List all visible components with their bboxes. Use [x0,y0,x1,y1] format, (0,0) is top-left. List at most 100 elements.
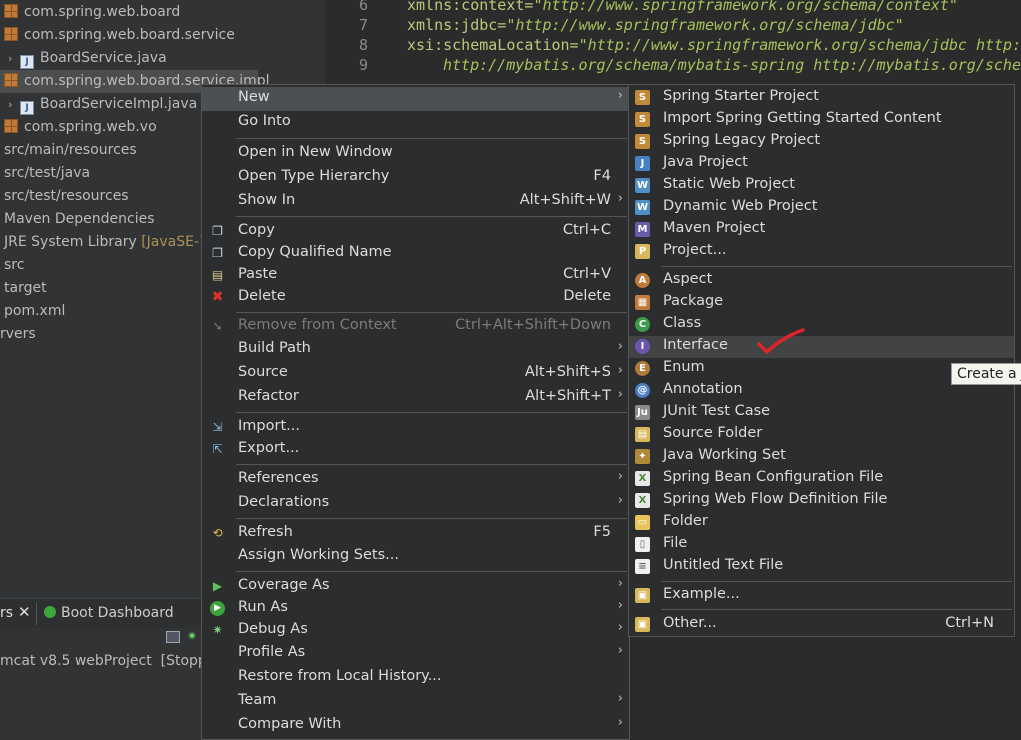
code-editor[interactable]: 6 xmlns:context="http://www.springframew… [328,0,1021,85]
import-icon: ⇲ [212,420,223,434]
project-icon: P [635,244,650,259]
tree-item-package[interactable]: com.spring.web.vo [4,116,157,139]
line-number: 8 [358,36,368,54]
web-flow-file-icon: X [635,493,650,508]
submenu-item-untitled-text-file[interactable]: ≡ Untitled Text File [629,556,1014,578]
copy-qualified-icon: ❐ [212,246,223,260]
submenu-item-dynamic-web-project[interactable]: W Dynamic Web Project [629,197,1014,219]
menu-item-build-path[interactable]: Build Path › [202,338,629,362]
menu-item-go-into[interactable]: Go Into [202,111,629,135]
chevron-right-icon[interactable]: › [8,93,20,116]
package-icon [4,73,18,87]
menu-item-coverage-as[interactable]: ▶ Coverage As › [202,575,629,599]
submenu-item-spring-web-flow[interactable]: X Spring Web Flow Definition File [629,490,1014,512]
submenu-item-java-working-set[interactable]: ✦ Java Working Set [629,446,1014,468]
working-set-icon: ✦ [635,449,650,464]
java-file-icon: J [20,101,34,115]
delete-icon: ✖ [211,289,224,305]
submenu-item-package[interactable]: ▦ Package [629,292,1014,314]
menu-separator [236,412,627,413]
tree-item-folder[interactable]: src [4,254,24,277]
submenu-item-static-web-project[interactable]: W Static Web Project [629,175,1014,197]
submenu-item-aspect[interactable]: A Aspect [629,270,1014,292]
example-icon: ▣ [635,588,650,603]
submenu-item-interface[interactable]: I Interface [629,336,1014,358]
submenu-item-folder[interactable]: ▭ Folder [629,512,1014,534]
tree-item-folder[interactable]: src/test/java [4,162,90,185]
menu-item-export[interactable]: ⇱ Export... [202,438,629,462]
menu-item-delete[interactable]: ✖ Delete Delete [202,286,629,310]
menu-separator [236,138,627,139]
enum-icon: E [635,361,650,376]
menu-item-refresh[interactable]: ⟲ Refresh F5 [202,522,629,546]
menu-item-assign-working-sets[interactable]: Assign Working Sets... [202,545,629,569]
menu-item-team[interactable]: Team › [202,690,629,714]
tree-item-java-file[interactable]: › J BoardServiceImpl.java [8,93,197,116]
submenu-item-spring-bean-config[interactable]: X Spring Bean Configuration File [629,468,1014,490]
tree-item-package[interactable]: com.spring.web.board [4,1,180,24]
code-line: xsi:schemaLocation="http://www.springfra… [407,36,1021,54]
web-project-icon: W [635,178,650,193]
menu-item-refactor[interactable]: Refactor Alt+Shift+T › [202,386,629,410]
submenu-item-other[interactable]: ▣ Other... Ctrl+N [629,614,1014,636]
spring-legacy-icon: S [635,134,650,149]
tree-item-servers[interactable]: rvers [0,323,36,346]
menu-item-restore-local-history[interactable]: Restore from Local History... [202,666,629,690]
tree-item-folder[interactable]: src/main/resources [4,139,137,162]
tree-item-folder[interactable]: target [4,277,47,300]
tree-item-java-file[interactable]: › J BoardService.java [8,47,167,70]
menu-item-open-type-hierarchy[interactable]: Open Type Hierarchy F4 [202,166,629,190]
tree-item-library[interactable]: JRE System Library [JavaSE-1. [4,231,212,254]
tab-divider [36,603,37,625]
maven-project-icon: M [635,222,650,237]
chevron-right-icon: › [617,576,623,591]
submenu-item-spring-starter-project[interactable]: S Spring Starter Project [629,87,1014,109]
tree-item-file[interactable]: pom.xml [4,300,65,323]
menu-item-copy-qualified-name[interactable]: ❐ Copy Qualified Name [202,242,629,266]
submenu-item-import-spring-content[interactable]: S Import Spring Getting Started Content [629,109,1014,131]
menu-item-compare-with[interactable]: Compare With › [202,714,629,738]
tree-item-package[interactable]: com.spring.web.board.service [4,24,235,47]
submenu-item-java-project[interactable]: J Java Project [629,153,1014,175]
tab-boot-dashboard[interactable]: Boot Dashboard [61,605,174,621]
toolbar-icon[interactable] [166,631,180,643]
submenu-item-class[interactable]: C Class [629,314,1014,336]
chevron-right-icon: › [617,643,623,658]
chevron-right-icon: › [617,598,623,613]
debug-icon: ✷ [212,623,223,637]
bottom-tab-bar: rs ✕ Boot Dashboard [0,598,210,629]
menu-item-profile-as[interactable]: Profile As › [202,642,629,666]
menu-item-source[interactable]: Source Alt+Shift+S › [202,362,629,386]
menu-item-paste[interactable]: ▤ Paste Ctrl+V [202,264,629,288]
menu-item-debug-as[interactable]: ✷ Debug As › [202,619,629,643]
menu-item-declarations[interactable]: Declarations › [202,492,629,516]
interface-icon: I [635,339,650,354]
close-icon[interactable]: ✕ [18,603,31,621]
menu-item-run-as[interactable]: ▶ Run As › [202,597,629,621]
menu-item-references[interactable]: References › [202,468,629,492]
tree-item-library[interactable]: Maven Dependencies [4,208,155,231]
line-number: 7 [358,16,368,34]
submenu-item-file[interactable]: ▯ File [629,534,1014,556]
spring-project-icon: S [635,90,650,105]
debug-icon[interactable]: ✷ [187,629,197,643]
submenu-item-example[interactable]: ▣ Example... [629,585,1014,607]
code-line: xmlns:context="http://www.springframewor… [407,0,958,14]
tree-item-folder[interactable]: src/test/resources [4,185,129,208]
menu-item-open-new-window[interactable]: Open in New Window [202,142,629,166]
menu-item-copy[interactable]: ❐ Copy Ctrl+C [202,220,629,244]
chevron-right-icon[interactable]: › [8,47,20,70]
submenu-item-source-folder[interactable]: ▤ Source Folder [629,424,1014,446]
menu-item-show-in[interactable]: Show In Alt+Shift+W › [202,190,629,214]
code-line: http://mybatis.org/schema/mybatis-spring… [443,56,1021,74]
chevron-right-icon: › [617,620,623,635]
submenu-item-maven-project[interactable]: M Maven Project [629,219,1014,241]
tab-servers[interactable]: rs [0,605,13,621]
menu-item-new[interactable]: New › [202,87,629,111]
menu-item-import[interactable]: ⇲ Import... [202,416,629,440]
submenu-item-spring-legacy-project[interactable]: S Spring Legacy Project [629,131,1014,153]
submenu-item-project[interactable]: P Project... [629,241,1014,263]
text-file-icon: ≡ [635,559,650,574]
server-row[interactable]: mcat v8.5 webProject [Stopp [0,653,207,669]
submenu-item-junit-test-case[interactable]: Ju JUnit Test Case [629,402,1014,424]
